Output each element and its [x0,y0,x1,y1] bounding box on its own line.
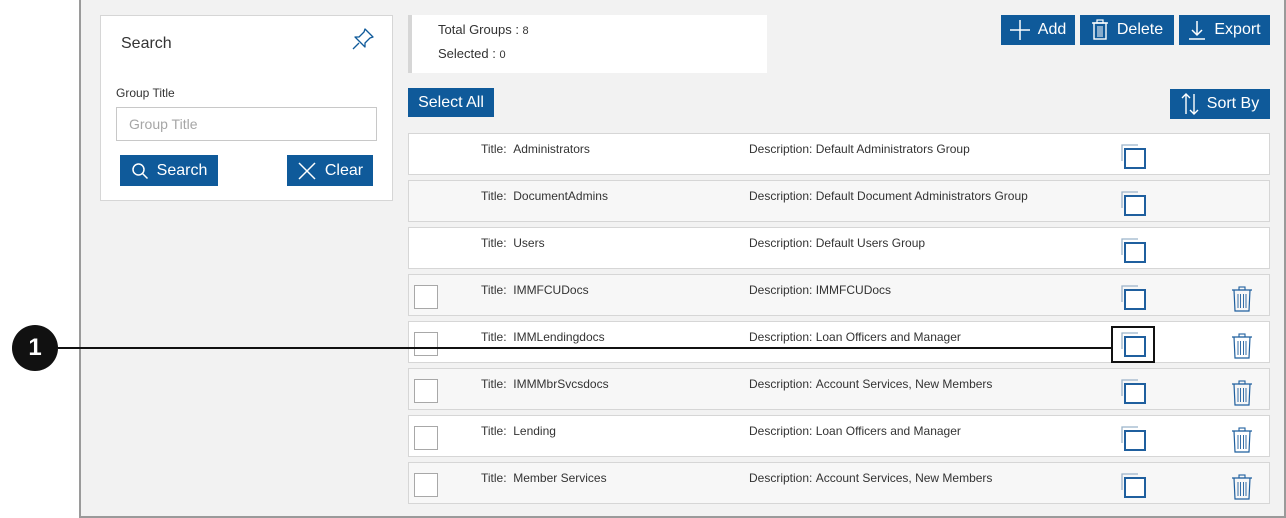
table-row[interactable]: Title: Member Services Description: Accou… [408,462,1270,504]
search-button[interactable]: Search [120,155,218,186]
clear-button[interactable]: Clear [287,155,373,186]
row-checkbox[interactable] [414,332,438,356]
group-title: Title: Users [481,236,545,250]
group-title: Title: Member Services [481,471,607,485]
group-description: Description: Default Document Administra… [749,189,1028,203]
table-row[interactable]: Title: Users Description: Default Users G… [408,227,1270,269]
group-description: Description: Account Services, New Membe… [749,377,993,391]
table-row[interactable]: Title: IMMMbrSvcsdocs Description: Accoun… [408,368,1270,410]
download-icon [1189,21,1206,40]
group-description: Description: Default Users Group [749,236,926,250]
group-title: Title: IMMFCUDocs [481,283,589,297]
group-description: Description: IMMFCUDocs [749,283,892,297]
summary-box: Total Groups : 8 Selected : 0 [408,15,767,73]
row-checkbox[interactable] [414,473,438,497]
callout-marker: 1 [12,325,58,371]
group-title: Title: DocumentAdmins [481,189,608,203]
group-title-label: Group Title [116,86,175,100]
copy-icon[interactable] [1120,284,1147,311]
row-checkbox[interactable] [414,426,438,450]
group-description: Description: Loan Officers and Manager [749,424,961,438]
group-title: Title: Lending [481,424,556,438]
trash-icon[interactable] [1231,474,1253,500]
trash-icon[interactable] [1231,380,1253,406]
search-button-label: Search [156,161,208,179]
search-panel-title: Search [121,35,172,52]
search-panel: Search Group Title Search Clear [100,15,393,201]
callout-line [58,347,1112,349]
delete-button[interactable]: Delete [1080,15,1174,45]
copy-icon[interactable] [1120,472,1147,499]
table-row[interactable]: Title: IMMFCUDocs Description: IMMFCUDocs [408,274,1270,316]
copy-icon[interactable] [1120,378,1147,405]
pin-icon[interactable] [350,26,376,52]
export-button[interactable]: Export [1179,15,1270,45]
group-description: Description: Default Administrators Grou… [749,142,970,156]
trash-icon[interactable] [1231,427,1253,453]
select-all-button[interactable]: Select All [408,88,494,117]
sort-by-button[interactable]: Sort By [1170,89,1270,119]
group-description: Description: Account Services, New Membe… [749,471,993,485]
add-button[interactable]: Add [1001,15,1075,45]
group-title: Title: IMMMbrSvcsdocs [481,377,609,391]
trash-icon[interactable] [1231,333,1253,359]
callout-highlight-box [1111,326,1155,363]
table-row[interactable]: Title: Lending Description: Loan Officers… [408,415,1270,457]
trash-icon [1091,19,1108,40]
row-checkbox[interactable] [414,379,438,403]
total-groups: Total Groups : 8 [438,22,529,37]
selected-count: Selected : 0 [438,46,506,61]
group-title: Title: Administrators [481,142,590,156]
sort-icon [1181,93,1199,115]
clear-button-label: Clear [324,161,364,179]
table-row[interactable]: Title: DocumentAdmins Description: Defaul… [408,180,1270,222]
row-checkbox[interactable] [414,285,438,309]
copy-icon[interactable] [1120,190,1147,217]
copy-icon[interactable] [1120,425,1147,452]
copy-icon[interactable] [1120,237,1147,264]
search-icon [131,162,148,179]
copy-icon[interactable] [1120,143,1147,170]
plus-icon [1009,20,1030,40]
group-title: Title: IMMLendingdocs [481,330,605,344]
close-icon [298,161,316,180]
group-description: Description: Loan Officers and Manager [749,330,961,344]
table-row[interactable]: Title: Administrators Description: Defaul… [408,133,1270,175]
group-title-input[interactable] [116,107,377,141]
trash-icon[interactable] [1231,286,1253,312]
